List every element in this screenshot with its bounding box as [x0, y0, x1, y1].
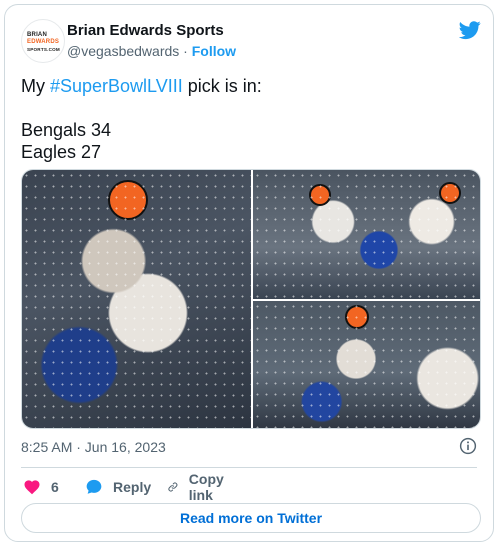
snow-overlay — [253, 301, 480, 428]
avatar-logo-line: SPORTS.COM — [27, 47, 60, 52]
like-button[interactable]: 6 — [23, 475, 59, 499]
tweet-text: My #SuperBowlLVIII pick is in: — [21, 75, 262, 97]
twitter-bird-icon[interactable] — [459, 19, 481, 41]
tweet-line-bengals: Bengals 34 — [21, 120, 112, 140]
link-icon — [168, 482, 178, 492]
like-count: 6 — [51, 479, 59, 495]
snow-overlay — [253, 170, 480, 299]
reply-bubble-icon — [86, 479, 102, 494]
photo-play-action[interactable] — [253, 170, 480, 299]
info-icon[interactable] — [459, 437, 477, 455]
tweet-card: BRIAN EDWARDS SPORTS.COM Brian Edwards S… — [4, 4, 494, 542]
copy-link-button[interactable]: Copy link — [167, 471, 230, 503]
read-more-button[interactable]: Read more on Twitter — [21, 503, 481, 533]
reply-label: Reply — [113, 479, 152, 495]
photo-quarterback[interactable] — [22, 170, 251, 428]
author-name[interactable]: Brian Edwards Sports — [67, 22, 224, 39]
follow-link[interactable]: Follow — [192, 43, 236, 59]
photo-pocket-pass[interactable] — [253, 301, 480, 428]
author-handle[interactable]: @vegasbedwards — [67, 43, 179, 59]
copy-link-label: Copy link — [188, 471, 224, 503]
divider — [21, 467, 477, 468]
timestamp-link[interactable]: 8:25 AM · Jun 16, 2023 — [21, 439, 166, 455]
tweet-text-prefix: My — [21, 76, 50, 96]
snow-overlay — [22, 170, 251, 428]
author-handle-row: @vegasbedwards · Follow — [67, 43, 236, 59]
heart-icon — [24, 480, 40, 495]
tweet-line-eagles: Eagles 27 — [21, 142, 102, 162]
tweet-text-suffix: pick is in: — [182, 76, 262, 96]
reply-button[interactable]: Reply — [85, 475, 151, 499]
media-grid — [21, 169, 481, 429]
avatar[interactable]: BRIAN EDWARDS SPORTS.COM — [21, 19, 65, 63]
avatar-logo-line: EDWARDS — [27, 39, 60, 45]
avatar-logo-line: BRIAN — [27, 32, 47, 38]
separator-dot: · — [183, 43, 188, 59]
hashtag-link[interactable]: #SuperBowlLVIII — [50, 76, 183, 96]
